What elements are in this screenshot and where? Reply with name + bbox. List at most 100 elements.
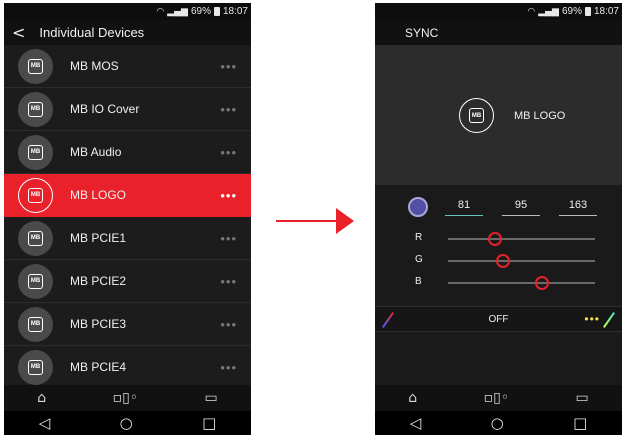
mb-chip-icon: MB	[28, 230, 43, 246]
row-menu-icon[interactable]: •••	[220, 317, 237, 332]
device-row[interactable]: MB MB IO Cover •••	[4, 88, 251, 131]
device-row[interactable]: MB MB MOS •••	[4, 45, 251, 88]
bottom-nav: ⌂ ▫▯◦ ▭	[375, 385, 622, 411]
row-menu-icon[interactable]: •••	[220, 102, 237, 117]
mb-logo-icon: MB	[18, 48, 53, 84]
mb-chip-icon: MB	[28, 187, 43, 203]
green-value[interactable]: 95	[502, 199, 540, 211]
android-home-button[interactable]: ○	[491, 414, 504, 432]
right-phone-screen: ◠ ▂▄▆ 69% 18:07 SYNC MB MB LOGO 81 95 16…	[375, 3, 622, 435]
row-menu-icon[interactable]: •••	[220, 145, 237, 160]
device-name: MB LOGO	[70, 188, 127, 202]
slider-label: B	[415, 276, 422, 287]
effect-bar[interactable]: OFF •••	[375, 306, 622, 332]
mb-chip-icon: MB	[28, 101, 43, 117]
device-name: MB PCIE2	[70, 274, 127, 288]
android-recent-button[interactable]: □	[202, 414, 216, 432]
mb-chip-icon: MB	[28, 144, 43, 160]
battery-icon	[584, 7, 591, 16]
battery-icon	[213, 7, 220, 16]
color-swatch[interactable]	[408, 197, 428, 217]
effect-more-icon[interactable]: •••	[584, 312, 600, 326]
status-bar: ◠ ▂▄▆ 69% 18:07	[375, 3, 622, 20]
android-recent-button[interactable]: □	[573, 414, 587, 432]
blue-value[interactable]: 163	[559, 199, 597, 211]
mb-logo-icon: MB	[18, 220, 53, 256]
transition-arrow-head-icon	[336, 208, 354, 234]
app-header: SYNC	[375, 20, 622, 45]
device-name: MB MOS	[70, 59, 119, 73]
tablet-icon[interactable]: ▭	[205, 390, 218, 406]
mb-logo-icon: MB	[18, 134, 53, 170]
clock: 18:07	[593, 6, 619, 17]
sync-title[interactable]: SYNC	[405, 26, 438, 40]
blue-value-underline	[559, 215, 597, 216]
home-icon[interactable]: ⌂	[37, 390, 46, 406]
left-phone-screen: ◠ ▂▄▆ 69% 18:07 < Individual Devices MB M…	[4, 3, 251, 435]
app-header: < Individual Devices	[4, 20, 251, 45]
device-name: MB Audio	[70, 145, 122, 159]
mb-chip-icon: MB	[28, 359, 43, 375]
mb-chip-icon: MB	[28, 58, 43, 74]
mb-logo-icon: MB	[18, 306, 53, 342]
device-row[interactable]: MB MB PCIE2 •••	[4, 260, 251, 303]
mb-chip-icon: MB	[28, 316, 43, 332]
android-back-button[interactable]: ◁	[39, 414, 51, 432]
slider-track[interactable]	[448, 260, 595, 262]
page-title: Individual Devices	[39, 25, 145, 40]
slider-label: G	[415, 254, 423, 265]
mb-logo-icon: MB	[18, 91, 53, 127]
android-nav-bar: ◁ ○ □	[375, 411, 622, 435]
wifi-icon: ◠	[156, 6, 165, 17]
clock: 18:07	[222, 6, 248, 17]
mb-chip-icon: MB	[28, 273, 43, 289]
row-menu-icon[interactable]: •••	[220, 360, 237, 375]
mb-logo-icon: MB	[459, 98, 494, 133]
device-row[interactable]: MB MB LOGO •••	[4, 174, 251, 217]
device-name: MB PCIE3	[70, 317, 127, 331]
battery-percent: 69%	[190, 6, 211, 17]
home-icon[interactable]: ⌂	[408, 390, 417, 406]
row-menu-icon[interactable]: •••	[220, 188, 237, 203]
mb-logo-icon: MB	[18, 349, 53, 385]
preview-device-name: MB LOGO	[514, 110, 566, 122]
bottom-nav: ⌂ ▫▯◦ ▭	[4, 385, 251, 411]
wifi-icon: ◠	[527, 6, 536, 17]
android-back-button[interactable]: ◁	[410, 414, 422, 432]
device-name: MB PCIE1	[70, 231, 127, 245]
slider-knob[interactable]	[495, 254, 510, 268]
mb-chip-icon: MB	[469, 108, 484, 123]
device-row[interactable]: MB MB PCIE1 •••	[4, 217, 251, 260]
android-home-button[interactable]: ○	[120, 414, 133, 432]
android-nav-bar: ◁ ○ □	[4, 411, 251, 435]
red-value[interactable]: 81	[445, 199, 483, 211]
device-row[interactable]: MB MB Audio •••	[4, 131, 251, 174]
transition-arrow-shaft	[276, 220, 338, 222]
device-row[interactable]: MB MB PCIE4 •••	[4, 346, 251, 389]
status-bar: ◠ ▂▄▆ 69% 18:07	[4, 3, 251, 20]
slider-track[interactable]	[448, 282, 595, 284]
devices-icon[interactable]: ▫▯◦	[113, 390, 138, 406]
device-name: MB IO Cover	[70, 102, 140, 116]
tablet-icon[interactable]: ▭	[576, 390, 589, 406]
device-row[interactable]: MB MB PCIE3 •••	[4, 303, 251, 346]
row-menu-icon[interactable]: •••	[220, 231, 237, 246]
green-value-underline	[502, 215, 540, 216]
signal-icon: ▂▄▆	[167, 6, 188, 17]
row-menu-icon[interactable]: •••	[220, 274, 237, 289]
slider-knob[interactable]	[534, 276, 549, 290]
row-menu-icon[interactable]: •••	[220, 59, 237, 74]
mb-logo-icon: MB	[18, 177, 53, 213]
red-value-underline	[445, 215, 483, 216]
device-preview-panel: MB MB LOGO	[375, 45, 622, 185]
device-name: MB PCIE4	[70, 360, 127, 374]
battery-percent: 69%	[561, 6, 582, 17]
devices-icon[interactable]: ▫▯◦	[484, 390, 509, 406]
slider-knob[interactable]	[487, 232, 502, 246]
back-chevron-icon[interactable]: <	[12, 24, 25, 41]
signal-icon: ▂▄▆	[538, 6, 559, 17]
slider-label: R	[415, 232, 423, 243]
device-list: MB MB MOS ••• MB MB IO Cover ••• MB MB Audio •••…	[4, 45, 251, 389]
slider-track[interactable]	[448, 238, 595, 240]
mb-logo-icon: MB	[18, 263, 53, 299]
